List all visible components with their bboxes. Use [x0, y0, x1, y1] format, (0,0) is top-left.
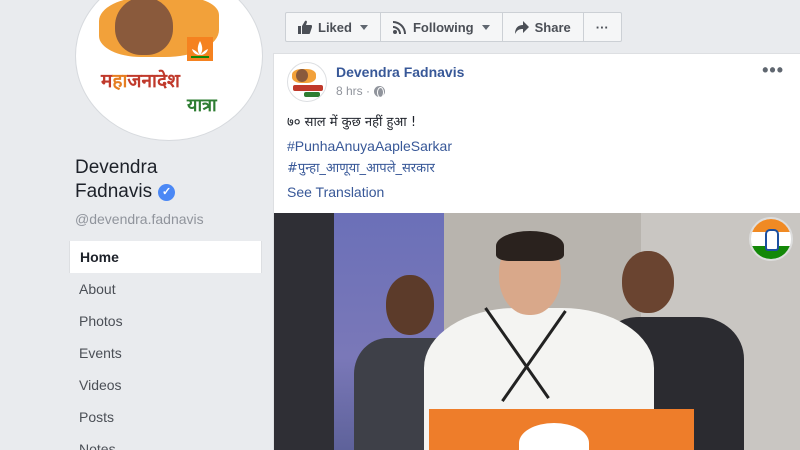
page-action-bar: Liked Following Share ···	[285, 12, 622, 42]
verified-badge-icon: ✓	[158, 183, 176, 201]
post-card: Devendra Fadnavis 8 hrs · ••• ७० साल में…	[273, 53, 800, 450]
liked-button[interactable]: Liked	[286, 13, 381, 41]
avatar-text-bar	[293, 85, 323, 91]
rss-icon	[392, 21, 406, 34]
profile-picture[interactable]: महाजनादेश यात्रा	[76, 0, 262, 140]
globe-icon	[374, 85, 386, 98]
avatar-portrait	[296, 69, 308, 82]
liked-label: Liked	[318, 19, 352, 35]
video-figure	[496, 231, 564, 261]
logo-portrait	[115, 0, 173, 55]
thumbs-up-icon	[298, 20, 312, 34]
share-label: Share	[534, 19, 571, 35]
nav-item-photos[interactable]: Photos	[69, 305, 262, 337]
page-handle[interactable]: @devendra.fadnavis	[75, 211, 204, 227]
more-options-label: ···	[595, 19, 609, 35]
post-options-button[interactable]: •••	[762, 60, 784, 81]
nav-item-about[interactable]: About	[69, 273, 262, 305]
following-button[interactable]: Following	[381, 13, 503, 41]
post-time-text: 8 hrs ·	[336, 84, 371, 98]
share-arrow-icon	[514, 20, 529, 34]
logo-text-main: महाजनादेश	[101, 70, 180, 92]
following-label: Following	[412, 19, 474, 35]
video-figure	[386, 275, 434, 335]
post-video[interactable]	[274, 213, 800, 450]
page-nav: Home About Photos Events Videos Posts No…	[69, 241, 262, 450]
left-column: महाजनादेश यात्रा Devendra Fadnavis ✓ @de…	[0, 0, 272, 450]
post-author-name[interactable]: Devendra Fadnavis	[336, 64, 464, 80]
page-name-line2: Fadnavis	[75, 181, 153, 202]
page-name[interactable]: Devendra Fadnavis ✓	[75, 156, 176, 204]
chevron-down-icon	[481, 24, 490, 30]
hashtag-link[interactable]: #पुन्हा_आणूया_आपले_सरकार	[287, 158, 435, 176]
video-figure	[622, 251, 674, 313]
nav-item-notes[interactable]: Notes	[69, 433, 262, 450]
more-options-button[interactable]: ···	[584, 13, 621, 41]
nav-item-posts[interactable]: Posts	[69, 401, 262, 433]
see-translation-link[interactable]: See Translation	[287, 184, 384, 200]
share-button[interactable]: Share	[503, 13, 584, 41]
party-logo-icon	[749, 217, 793, 261]
lotus-icon	[187, 37, 213, 61]
video-bg-dark	[274, 213, 334, 450]
nav-item-videos[interactable]: Videos	[69, 369, 262, 401]
post-timestamp[interactable]: 8 hrs ·	[336, 84, 386, 98]
chevron-down-icon	[359, 24, 368, 30]
page-name-line1: Devendra	[75, 157, 158, 178]
hashtag-link[interactable]: #PunhaAnuyaAapleSarkar	[287, 138, 452, 154]
avatar-text-bar-sub	[304, 92, 320, 97]
post-author-avatar[interactable]	[287, 62, 327, 102]
nav-item-home[interactable]: Home	[69, 241, 262, 273]
nav-item-events[interactable]: Events	[69, 337, 262, 369]
post-text: ७० साल में कुछ नहीं हुआ !	[287, 115, 417, 130]
logo-text-sub: यात्रा	[187, 95, 217, 116]
